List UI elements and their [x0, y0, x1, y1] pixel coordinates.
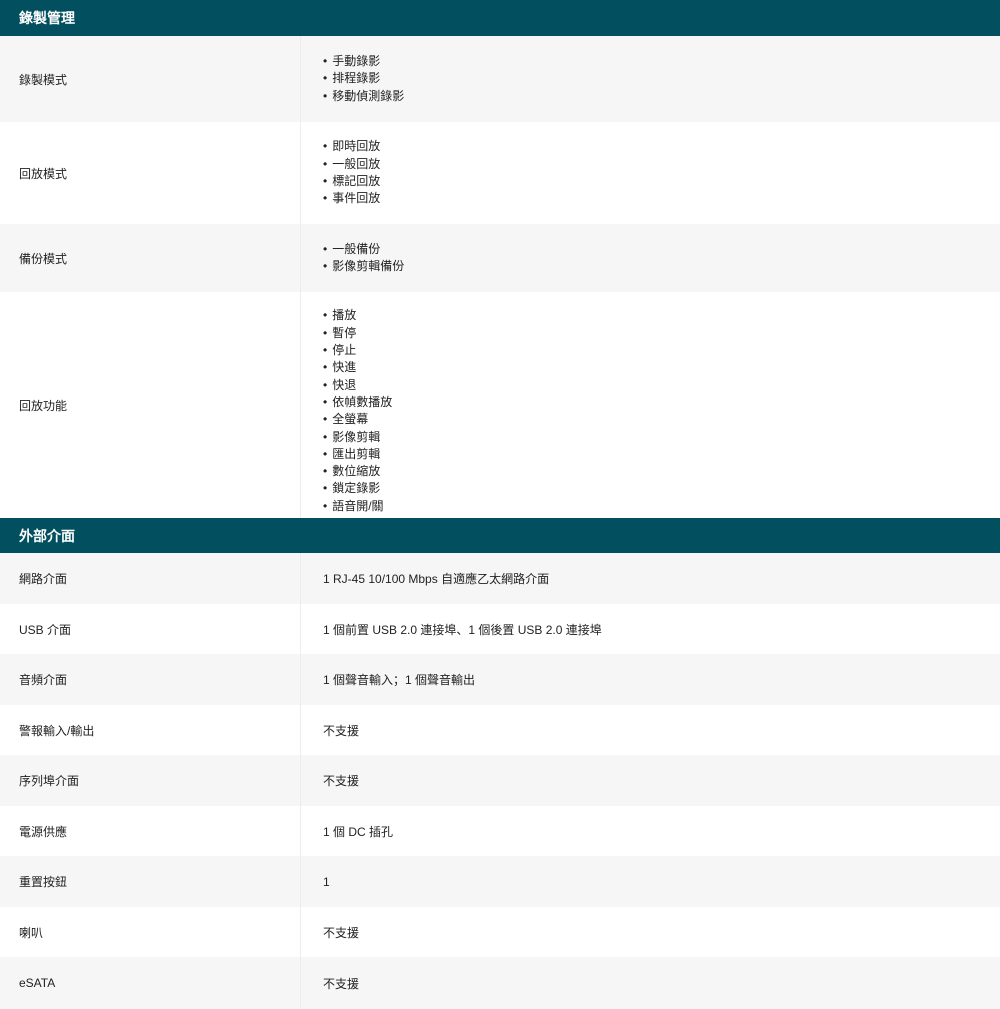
- list-item: 停止: [323, 342, 392, 359]
- spec-row-playback-functions: 回放功能 播放 暫停 停止 快進 快退 依幀數播放 全螢幕 影像剪輯 匯出剪輯 …: [0, 292, 1000, 518]
- spec-label: 備份模式: [19, 251, 68, 266]
- list-item: 一般備份: [323, 241, 404, 258]
- spec-label: 喇叭: [19, 925, 44, 940]
- list-item: 播放: [323, 307, 392, 324]
- spec-label: 重置按鈕: [19, 875, 68, 889]
- spec-value: 一般備份 影像剪輯備份: [300, 224, 1000, 292]
- spec-label: USB 介面: [19, 622, 72, 637]
- spec-value: 不支援: [300, 705, 1000, 755]
- spec-value: 1 個 DC 插孔: [300, 806, 1000, 856]
- spec-value: 播放 暫停 停止 快進 快退 依幀數播放 全螢幕 影像剪輯 匯出剪輯 數位縮放 …: [300, 292, 1000, 518]
- spec-row-serial: 序列埠介面 不支援: [0, 755, 1000, 806]
- spec-value: 手動錄影 排程錄影 移動偵測錄影: [300, 36, 1000, 122]
- list-item: 移動偵測錄影: [323, 88, 404, 105]
- recording-section-header: 錄製管理: [0, 0, 1000, 36]
- spec-label: 回放模式: [19, 166, 68, 181]
- spec-row-recording-mode: 錄製模式 手動錄影 排程錄影 移動偵測錄影: [0, 36, 1000, 122]
- playback-mode-list: 即時回放 一般回放 標記回放 事件回放: [323, 138, 380, 207]
- list-item: 全螢幕: [323, 411, 392, 428]
- spec-label: 錄製模式: [19, 72, 68, 87]
- spec-label: eSATA: [19, 976, 56, 990]
- spec-row-network: 網路介面 1 RJ-45 10/100 Mbps 自適應乙太網路介面: [0, 553, 1000, 604]
- list-item: 暫停: [323, 325, 392, 342]
- spec-value: 即時回放 一般回放 標記回放 事件回放: [300, 122, 1000, 224]
- interface-section-header: 外部介面: [0, 518, 1000, 553]
- list-item: 匯出剪輯: [323, 446, 392, 463]
- list-item: 快進: [323, 359, 392, 376]
- interface-section-title: 外部介面: [19, 527, 75, 544]
- spec-value: 1 個聲音輸入；1 個聲音輸出: [300, 654, 1000, 705]
- list-item: 事件回放: [323, 190, 380, 207]
- spec-label: 回放功能: [19, 398, 68, 413]
- spec-label: 音頻介面: [19, 673, 68, 687]
- list-item: 一般回放: [323, 156, 380, 173]
- list-item: 手動錄影: [323, 53, 404, 70]
- recording-mode-list: 手動錄影 排程錄影 移動偵測錄影: [323, 53, 404, 105]
- spec-value: 1 個前置 USB 2.0 連接埠、1 個後置 USB 2.0 連接埠: [300, 604, 1000, 654]
- spec-row-backup-mode: 備份模式 一般備份 影像剪輯備份: [0, 224, 1000, 292]
- list-item: 標記回放: [323, 173, 380, 190]
- list-item: 數位縮放: [323, 463, 392, 480]
- spec-row-reset: 重置按鈕 1: [0, 856, 1000, 907]
- spec-label: 網路介面: [19, 572, 68, 586]
- list-item: 即時回放: [323, 138, 380, 155]
- spec-label: 警報輸入/輸出: [19, 723, 95, 738]
- spec-value: 不支援: [300, 907, 1000, 957]
- spec-row-playback-mode: 回放模式 即時回放 一般回放 標記回放 事件回放: [0, 122, 1000, 224]
- list-item: 排程錄影: [323, 70, 404, 87]
- spec-value: 1: [300, 856, 1000, 907]
- recording-section-title: 錄製管理: [19, 10, 75, 26]
- spec-row-audio: 音頻介面 1 個聲音輸入；1 個聲音輸出: [0, 654, 1000, 705]
- list-item: 影像剪輯備份: [323, 258, 404, 275]
- list-item: 鎖定錄影: [323, 480, 392, 497]
- list-item: 語音開/關: [323, 498, 392, 515]
- spec-row-esata: eSATA 不支援: [0, 957, 1000, 1009]
- playback-functions-list: 播放 暫停 停止 快進 快退 依幀數播放 全螢幕 影像剪輯 匯出剪輯 數位縮放 …: [323, 307, 392, 518]
- spec-label: 電源供應: [19, 824, 68, 839]
- spec-row-usb: USB 介面 1 個前置 USB 2.0 連接埠、1 個後置 USB 2.0 連…: [0, 604, 1000, 654]
- spec-value: 1 RJ-45 10/100 Mbps 自適應乙太網路介面: [300, 553, 1000, 604]
- list-item: 依幀數播放: [323, 394, 392, 411]
- backup-mode-list: 一般備份 影像剪輯備份: [323, 241, 404, 276]
- spec-row-power: 電源供應 1 個 DC 插孔: [0, 806, 1000, 856]
- list-item: 影像剪輯: [323, 429, 392, 446]
- spec-row-alarm: 警報輸入/輸出 不支援: [0, 705, 1000, 755]
- list-item: 快退: [323, 377, 392, 394]
- spec-row-speaker: 喇叭 不支援: [0, 907, 1000, 957]
- spec-value: 不支援: [300, 957, 1000, 1009]
- spec-label: 序列埠介面: [19, 774, 80, 788]
- spec-value: 不支援: [300, 755, 1000, 806]
